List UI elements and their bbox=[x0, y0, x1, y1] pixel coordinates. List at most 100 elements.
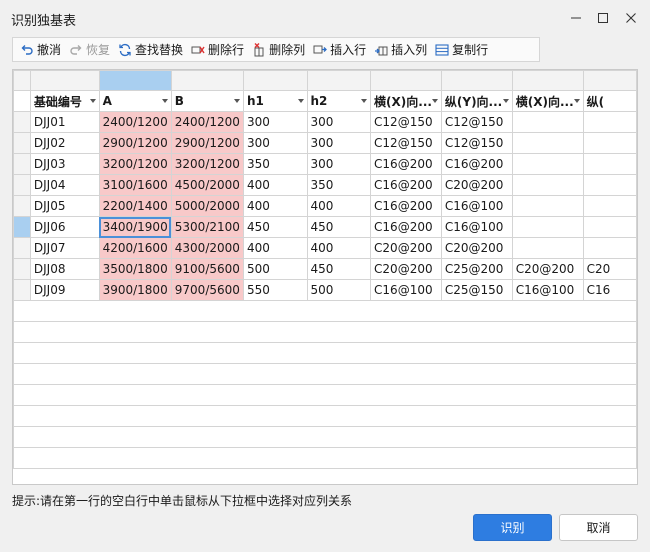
table-row[interactable]: DJJ02 2900/1200 2900/1200 300 300 C12@150 C12@… bbox=[13, 132, 637, 154]
maximize-button[interactable] bbox=[593, 8, 613, 28]
table-cell[interactable] bbox=[511, 153, 584, 175]
table-cell[interactable]: 350 bbox=[306, 174, 372, 196]
undo-button[interactable]: 撤消 bbox=[17, 38, 66, 61]
column-mapping-cell[interactable] bbox=[29, 70, 100, 91]
table-cell[interactable]: 2900/1200 bbox=[98, 132, 172, 154]
table-cell[interactable]: 3500/1800 bbox=[98, 258, 172, 280]
table-cell[interactable] bbox=[582, 111, 637, 133]
table-cell[interactable] bbox=[582, 174, 637, 196]
table-cell[interactable]: 400 bbox=[306, 195, 372, 217]
table-cell[interactable]: 2400/1200 bbox=[98, 111, 172, 133]
column-header[interactable]: B bbox=[170, 90, 244, 112]
delete-row-button[interactable]: 删除行 bbox=[188, 38, 249, 61]
table-cell[interactable]: 3100/1600 bbox=[98, 174, 172, 196]
insert-column-button[interactable]: 插入列 bbox=[371, 38, 432, 61]
table-cell[interactable]: 550 bbox=[242, 279, 308, 301]
table-cell[interactable]: DJJ09 bbox=[29, 279, 100, 301]
table-cell[interactable] bbox=[582, 216, 637, 238]
filter-dropdown-icon[interactable] bbox=[89, 99, 96, 103]
table-cell[interactable]: C20 bbox=[582, 258, 637, 280]
column-mapping-cell[interactable] bbox=[440, 70, 513, 91]
column-header[interactable]: 纵( bbox=[582, 90, 637, 112]
row-header-cell[interactable] bbox=[13, 237, 31, 259]
table-cell[interactable]: 400 bbox=[242, 237, 308, 259]
table-cell[interactable]: C16@200 bbox=[370, 216, 442, 238]
table-row[interactable]: DJJ09 3900/1800 9700/5600 550 500 C16@100 C25@… bbox=[13, 279, 637, 301]
column-header[interactable]: 横(X)向... bbox=[370, 90, 442, 112]
table-cell[interactable]: 2200/1400 bbox=[98, 195, 172, 217]
table-cell[interactable]: C20@200 bbox=[511, 258, 584, 280]
table-cell[interactable]: 3400/1900 bbox=[98, 216, 172, 238]
column-mapping-cell[interactable] bbox=[370, 70, 442, 91]
copy-row-button[interactable]: 复制行 bbox=[432, 38, 493, 61]
table-cell[interactable]: DJJ06 bbox=[29, 216, 100, 238]
table-cell[interactable]: 300 bbox=[242, 111, 308, 133]
table-cell[interactable]: 5000/2000 bbox=[170, 195, 244, 217]
table-cell[interactable] bbox=[511, 132, 584, 154]
table-cell[interactable] bbox=[511, 195, 584, 217]
table-cell[interactable]: C16 bbox=[582, 279, 637, 301]
table-cell[interactable] bbox=[582, 237, 637, 259]
row-header-cell[interactable] bbox=[13, 132, 31, 154]
table-cell[interactable]: 400 bbox=[306, 237, 372, 259]
column-mapping-cell[interactable] bbox=[170, 70, 244, 91]
table-cell[interactable]: C16@100 bbox=[511, 279, 584, 301]
table-cell[interactable]: 9700/5600 bbox=[170, 279, 244, 301]
table-cell[interactable] bbox=[582, 153, 637, 175]
column-header[interactable]: A bbox=[98, 90, 172, 112]
table-cell[interactable]: C20@200 bbox=[370, 258, 442, 280]
insert-row-button[interactable]: 插入行 bbox=[310, 38, 371, 61]
table-cell[interactable] bbox=[511, 111, 584, 133]
filter-dropdown-icon[interactable] bbox=[297, 99, 304, 103]
column-mapping-cell[interactable] bbox=[582, 70, 637, 91]
table-cell[interactable]: C16@200 bbox=[440, 153, 513, 175]
column-mapping-cell[interactable] bbox=[306, 70, 372, 91]
cancel-button[interactable]: 取消 bbox=[559, 514, 638, 541]
filter-dropdown-icon[interactable] bbox=[161, 99, 168, 103]
table-cell[interactable]: 300 bbox=[306, 153, 372, 175]
table-cell[interactable]: C25@150 bbox=[440, 279, 513, 301]
table-cell[interactable]: C25@200 bbox=[440, 258, 513, 280]
table-cell[interactable]: DJJ08 bbox=[29, 258, 100, 280]
table-row[interactable]: DJJ06 3400/1900 5300/2100 450 450 C16@200 C16@… bbox=[13, 216, 637, 238]
table-row[interactable]: DJJ05 2200/1400 5000/2000 400 400 C16@200 C16@… bbox=[13, 195, 637, 217]
row-header-cell[interactable] bbox=[13, 195, 31, 217]
table-cell[interactable]: C20@200 bbox=[440, 237, 513, 259]
column-header[interactable]: 横(X)向... bbox=[511, 90, 584, 112]
table-row[interactable]: DJJ01 2400/1200 2400/1200 300 300 C12@150 C12@… bbox=[13, 111, 637, 133]
table-cell[interactable] bbox=[511, 174, 584, 196]
table-cell[interactable]: C12@150 bbox=[370, 132, 442, 154]
column-mapping-cell[interactable] bbox=[511, 70, 584, 91]
table-cell[interactable]: 300 bbox=[242, 132, 308, 154]
table-cell[interactable]: 4300/2000 bbox=[170, 237, 244, 259]
recognition-grid[interactable]: 基础编号 A Bh1 h2 横(X)向... 纵(Y)向... 横(X)向... 纵(DJJ0… bbox=[12, 69, 638, 485]
row-header-cell[interactable] bbox=[13, 174, 31, 196]
table-cell[interactable]: 2900/1200 bbox=[170, 132, 244, 154]
table-cell[interactable]: 4200/1600 bbox=[98, 237, 172, 259]
recognize-button[interactable]: 识别 bbox=[473, 514, 552, 541]
table-cell[interactable]: 3200/1200 bbox=[98, 153, 172, 175]
table-cell[interactable]: C16@200 bbox=[370, 195, 442, 217]
table-cell[interactable]: 450 bbox=[306, 258, 372, 280]
minimize-button[interactable] bbox=[566, 8, 586, 28]
table-cell[interactable]: DJJ01 bbox=[29, 111, 100, 133]
table-cell[interactable]: C20@200 bbox=[440, 174, 513, 196]
table-cell[interactable]: 300 bbox=[306, 111, 372, 133]
row-header-cell[interactable] bbox=[13, 279, 31, 301]
filter-dropdown-icon[interactable] bbox=[573, 99, 580, 103]
delete-column-button[interactable]: 删除列 bbox=[249, 38, 310, 61]
table-row[interactable]: DJJ07 4200/1600 4300/2000 400 400 C20@200 C20@… bbox=[13, 237, 637, 259]
column-header[interactable]: h2 bbox=[306, 90, 372, 112]
table-cell[interactable]: C16@100 bbox=[440, 216, 513, 238]
filter-dropdown-icon[interactable] bbox=[361, 99, 368, 103]
table-cell[interactable]: C16@100 bbox=[440, 195, 513, 217]
find-replace-button[interactable]: 查找替换 bbox=[115, 38, 188, 61]
close-button[interactable] bbox=[621, 8, 641, 28]
table-cell[interactable]: DJJ04 bbox=[29, 174, 100, 196]
table-cell[interactable]: C12@150 bbox=[440, 132, 513, 154]
table-cell[interactable]: 3900/1800 bbox=[98, 279, 172, 301]
redo-button[interactable]: 恢复 bbox=[66, 38, 115, 61]
filter-dropdown-icon[interactable] bbox=[431, 99, 438, 103]
row-header-cell[interactable] bbox=[13, 153, 31, 175]
column-mapping-cell[interactable] bbox=[98, 70, 172, 91]
